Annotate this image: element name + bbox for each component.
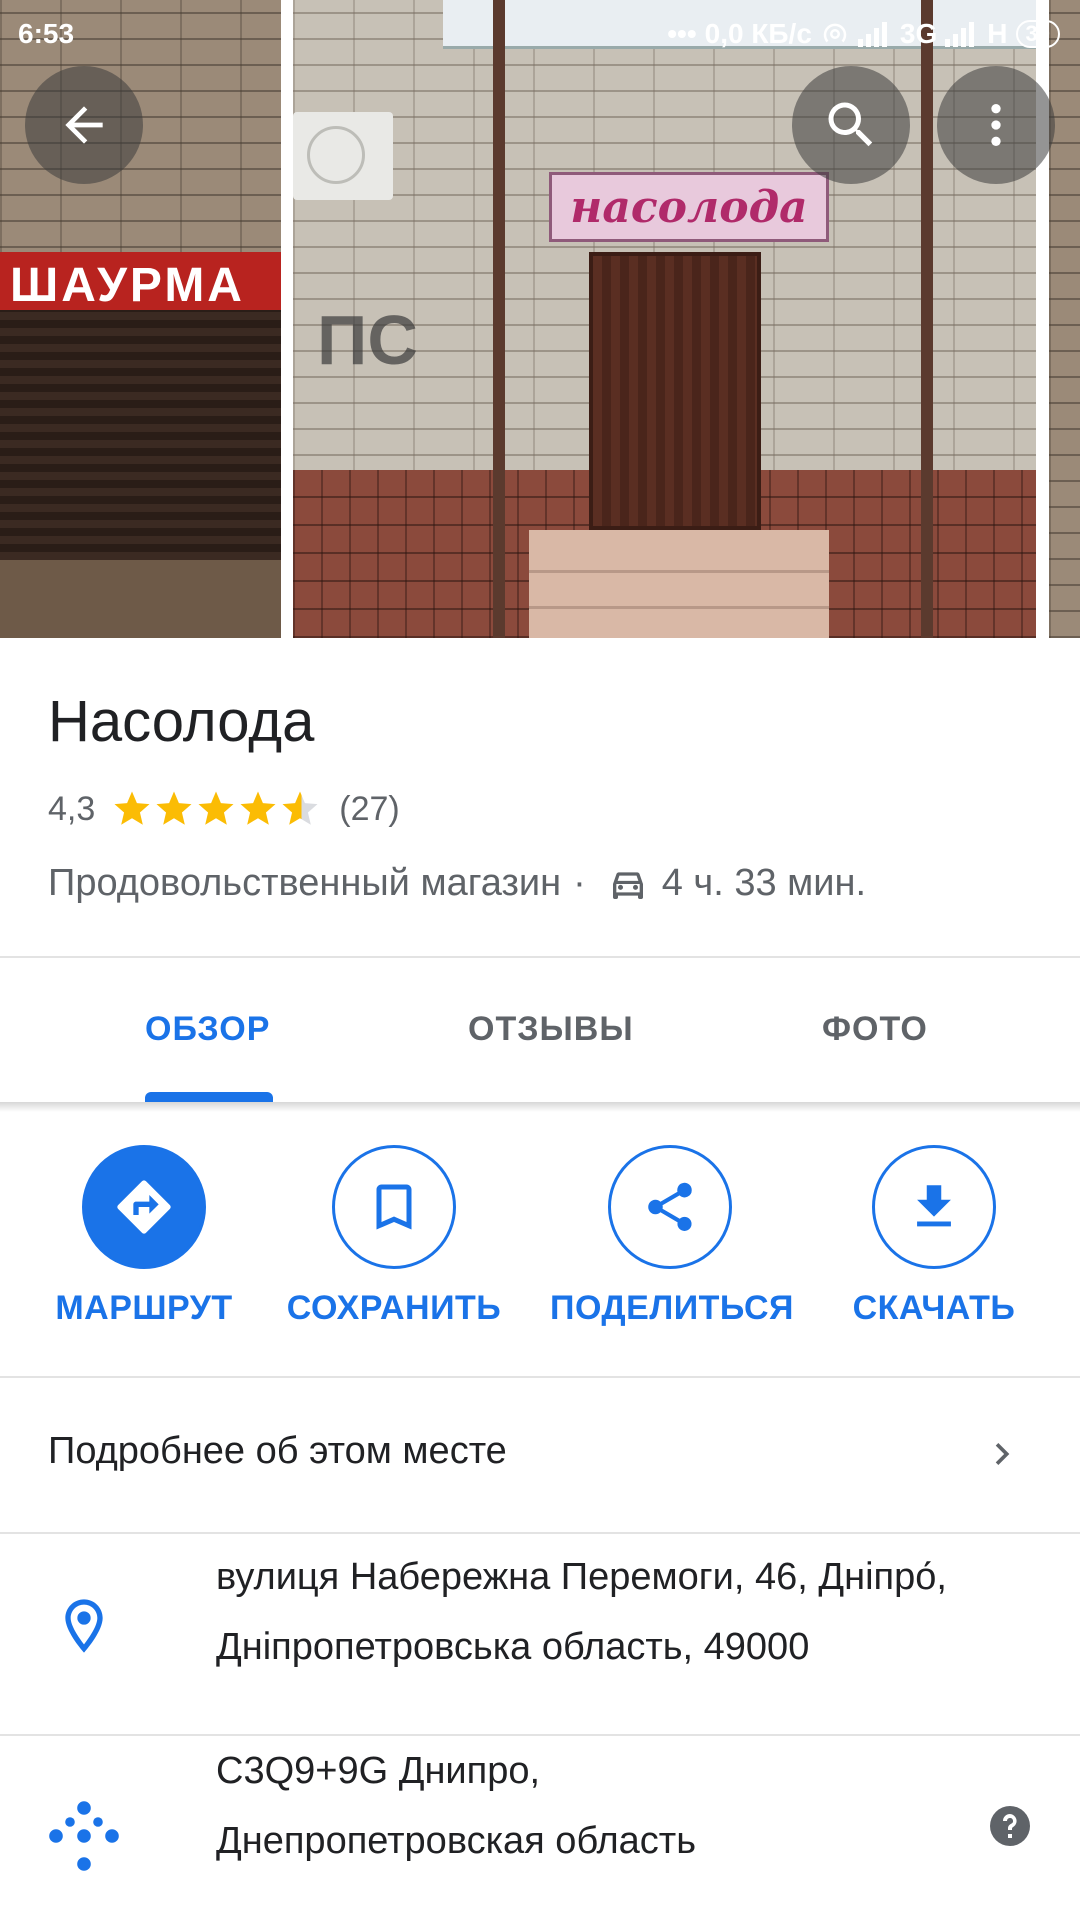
search-icon [828,102,873,147]
address-line-1: вулиця Набережна Перемоги, 46, Дніпро́, [216,1556,947,1598]
status-time: 6:53 [18,18,75,49]
graffiti: ПС [317,301,418,379]
store-steps [529,530,829,638]
signal-icon [857,22,887,47]
rating-value: 4,3 [48,789,96,828]
battery-indicator: 30 [1015,20,1060,48]
more-vert-icon [991,104,1001,146]
star-icon [156,791,192,825]
star-icon [198,791,234,825]
share-button[interactable] [608,1145,732,1269]
share-action[interactable]: ПОДЕЛИТЬСЯ [550,1145,794,1328]
back-arrow-icon [65,106,103,144]
save-button[interactable] [332,1145,456,1269]
address-row[interactable]: вулиця Набережна Перемоги, 46, Дніпро́, … [0,1534,1080,1734]
air-conditioner [293,112,393,200]
share-icon [648,1182,692,1231]
download-button[interactable] [872,1145,996,1269]
place-title: Насолода [48,689,315,754]
network-type-2: H [987,18,1008,49]
place-category: Продовольственный магазин [48,862,562,904]
net-speed: 0,0 КБ/с [704,18,812,49]
plus-code-icon [49,1801,119,1871]
network-type: 3G [899,18,938,49]
shop-shutter [0,310,281,560]
plus-code-line-1: C3Q9+9G Днипро, [216,1750,541,1792]
photo-main[interactable]: ПС насолода [293,0,1036,638]
status-indicators: ••• 0,0 КБ/с 3G H 30 [667,18,1060,50]
photo-thumbnail-right[interactable] [1049,0,1080,638]
save-action[interactable]: СОХРАНИТЬ [274,1145,514,1328]
directions-button[interactable] [82,1145,206,1269]
awning-pole [493,0,505,638]
location-pin-icon [65,1599,103,1653]
awning-pole [921,0,933,638]
more-about-row[interactable]: Подробнее об этом месте [0,1378,1080,1532]
hotspot-icon [823,23,847,43]
tab-shadow [0,1102,1080,1112]
plus-code-row[interactable]: C3Q9+9G Днипро, Днепропетровская область [0,1736,1080,1920]
tab-bar: ОБЗОР ОТЗЫВЫ ФОТО [0,958,1080,1102]
download-action[interactable]: СКАЧАТЬ [814,1145,1054,1328]
active-tab-indicator [145,1092,273,1102]
drive-time: 4 ч. 33 мин. [661,862,867,904]
back-button[interactable] [25,66,143,184]
bookmark-icon [376,1184,412,1230]
shawarma-sign: ШАУРМА [0,252,281,318]
directions-action[interactable]: МАРШРУТ [24,1145,264,1328]
photo-ground [0,560,281,638]
tab-overview[interactable]: ОБЗОР [145,1010,270,1049]
category-row: Продовольственный магазин · 4 ч. 33 мин. [48,862,866,905]
signal-icon [945,22,975,47]
photo-wall [1049,0,1080,638]
status-bar: 6:53 ••• 0,0 КБ/с 3G H 30 [0,0,1080,72]
save-label: СОХРАНИТЬ [286,1289,502,1327]
star-icon [240,791,276,825]
step-edge [529,570,829,573]
more-options-button[interactable] [937,66,1055,184]
separator-dot: · [573,862,586,904]
directions-icon [117,1180,171,1234]
step-edge [529,606,829,609]
directions-label: МАРШРУТ [55,1289,233,1327]
rating-stars [111,788,321,830]
star-icon [114,791,150,825]
help-icon[interactable] [986,1802,1034,1850]
chevron-right-icon [995,1443,1010,1465]
half-star-icon [282,791,318,825]
address-line-2: Дніпропетровська область, 49000 [216,1626,810,1668]
store-door [589,252,761,530]
rating-row[interactable]: 4,3 (27) [48,788,400,830]
reviews-count: (27) [339,789,400,828]
search-button[interactable] [792,66,910,184]
car-icon [612,871,643,899]
download-icon [917,1185,951,1227]
plus-code-line-2: Днепропетровская область [216,1820,697,1862]
download-label: СКАЧАТЬ [852,1289,1016,1327]
store-sign: насолода [549,172,829,242]
photo-carousel[interactable]: ШАУРМА ПС насолода 6:53 ••• 0,0 КБ/с 3G … [0,0,1080,638]
notification-dots: ••• [667,18,697,49]
more-about-text: Подробнее об этом месте [48,1430,507,1472]
share-label: ПОДЕЛИТЬСЯ [550,1289,794,1327]
tab-reviews[interactable]: ОТЗЫВЫ [468,1010,634,1049]
tab-photos[interactable]: ФОТО [822,1010,928,1049]
